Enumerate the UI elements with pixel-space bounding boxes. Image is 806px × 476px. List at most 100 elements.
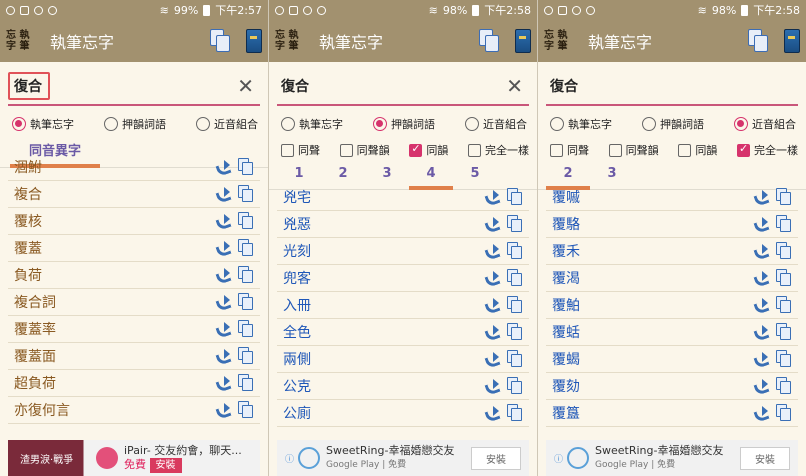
list-item[interactable]: 超負荷 [8, 370, 260, 397]
share-icon[interactable] [216, 322, 230, 336]
list-item[interactable]: 兇惡 [277, 211, 529, 238]
copy-icon[interactable] [776, 242, 792, 260]
list-item[interactable]: 覆禾 [546, 238, 798, 265]
radio-rhyme[interactable]: 押韻詞語 [373, 116, 435, 132]
radio-rhyme[interactable]: 押韻詞語 [104, 116, 166, 132]
share-icon[interactable] [485, 298, 499, 312]
copy-all-icon[interactable] [479, 29, 501, 53]
check-identical[interactable]: 完全一樣 [467, 142, 529, 158]
list-item[interactable]: 全色 [277, 319, 529, 346]
search-input[interactable] [277, 78, 477, 94]
share-icon[interactable] [216, 214, 230, 228]
share-icon[interactable] [216, 349, 230, 363]
ad-banner[interactable]: 渣男淚·戰爭 iPair- 交友約會，聊天... 免費 安裝 [8, 440, 260, 476]
check-same-final[interactable]: 同韻 [409, 142, 448, 158]
share-icon[interactable] [754, 325, 768, 339]
list-item[interactable]: 兩側 [277, 346, 529, 373]
check-same-initial-final[interactable]: 同聲韻 [608, 142, 659, 158]
list-item[interactable]: 覆蓋面 [8, 343, 260, 370]
radio-similar-sound[interactable]: 近音組合 [734, 116, 796, 132]
share-icon[interactable] [754, 217, 768, 231]
dictionary-icon[interactable] [784, 29, 800, 53]
copy-icon[interactable] [238, 374, 254, 392]
copy-icon[interactable] [238, 293, 254, 311]
list-item[interactable]: 兜客 [277, 265, 529, 292]
copy-icon[interactable] [776, 323, 792, 341]
share-icon[interactable] [754, 379, 768, 393]
radio-handwriting[interactable]: 執筆忘字 [550, 116, 612, 132]
check-same-initial[interactable]: 同聲 [550, 142, 589, 158]
copy-icon[interactable] [507, 242, 523, 260]
list-item[interactable]: 複合 [8, 181, 260, 208]
search-input[interactable] [546, 78, 746, 94]
share-icon[interactable] [754, 271, 768, 285]
share-icon[interactable] [485, 406, 499, 420]
copy-icon[interactable] [238, 401, 254, 419]
share-icon[interactable] [485, 190, 499, 204]
share-icon[interactable] [216, 160, 230, 174]
ad-banner[interactable]: ⓘ SweetRing-幸福婚戀交友 Google Play | 免費 安裝 [277, 440, 529, 476]
share-icon[interactable] [216, 376, 230, 390]
copy-icon[interactable] [776, 269, 792, 287]
share-icon[interactable] [216, 241, 230, 255]
share-icon[interactable] [754, 352, 768, 366]
check-same-initial[interactable]: 同聲 [281, 142, 320, 158]
share-icon[interactable] [754, 244, 768, 258]
copy-all-icon[interactable] [748, 29, 770, 53]
dictionary-icon[interactable] [515, 29, 531, 53]
copy-icon[interactable] [776, 404, 792, 422]
radio-similar-sound[interactable]: 近音組合 [196, 116, 258, 132]
share-icon[interactable] [216, 295, 230, 309]
list-item[interactable]: 複合詞 [8, 289, 260, 316]
list-item[interactable]: 覆蝎 [546, 346, 798, 373]
share-icon[interactable] [485, 379, 499, 393]
copy-icon[interactable] [507, 377, 523, 395]
share-icon[interactable] [485, 325, 499, 339]
copy-all-icon[interactable] [210, 29, 232, 53]
ad-banner[interactable]: ⓘ SweetRing-幸福婚戀交友 Google Play | 免費 安裝 [546, 440, 798, 476]
list-item[interactable]: 兇宅 [277, 184, 529, 211]
copy-icon[interactable] [507, 269, 523, 287]
dictionary-icon[interactable] [246, 29, 262, 53]
copy-icon[interactable] [507, 296, 523, 314]
list-item[interactable]: 覆劾 [546, 373, 798, 400]
copy-icon[interactable] [238, 347, 254, 365]
check-identical[interactable]: 完全一樣 [736, 142, 798, 158]
list-item[interactable]: 光刻 [277, 238, 529, 265]
copy-icon[interactable] [238, 185, 254, 203]
list-item[interactable]: 公克 [277, 373, 529, 400]
copy-icon[interactable] [776, 296, 792, 314]
share-icon[interactable] [485, 271, 499, 285]
copy-icon[interactable] [776, 377, 792, 395]
check-same-final[interactable]: 同韻 [678, 142, 717, 158]
list-item[interactable]: 覆蓋 [8, 235, 260, 262]
ad-install-button[interactable]: 安裝 [149, 457, 182, 473]
share-icon[interactable] [216, 187, 230, 201]
copy-icon[interactable] [507, 350, 523, 368]
copy-icon[interactable] [507, 404, 523, 422]
list-item[interactable]: 公廁 [277, 400, 529, 427]
copy-icon[interactable] [238, 158, 254, 176]
ad-info-icon[interactable]: ⓘ [285, 452, 294, 465]
share-icon[interactable] [485, 352, 499, 366]
radio-similar-sound[interactable]: 近音組合 [465, 116, 527, 132]
clear-icon[interactable]: ✕ [506, 74, 523, 98]
copy-icon[interactable] [507, 215, 523, 233]
share-icon[interactable] [216, 268, 230, 282]
list-item[interactable]: 覆蛞 [546, 319, 798, 346]
copy-icon[interactable] [507, 323, 523, 341]
share-icon[interactable] [485, 217, 499, 231]
ad-install-button[interactable]: 安裝 [740, 446, 790, 470]
ad-info-icon[interactable]: ⓘ [554, 452, 563, 465]
radio-handwriting[interactable]: 執筆忘字 [12, 116, 74, 132]
search-input[interactable] [8, 72, 50, 100]
copy-icon[interactable] [776, 350, 792, 368]
copy-icon[interactable] [238, 266, 254, 284]
share-icon[interactable] [216, 403, 230, 417]
list-item[interactable]: 覆蓋率 [8, 316, 260, 343]
copy-icon[interactable] [238, 320, 254, 338]
list-item[interactable]: 覆鮊 [546, 292, 798, 319]
radio-handwriting[interactable]: 執筆忘字 [281, 116, 343, 132]
check-same-initial-final[interactable]: 同聲韻 [339, 142, 390, 158]
radio-rhyme[interactable]: 押韻詞語 [642, 116, 704, 132]
